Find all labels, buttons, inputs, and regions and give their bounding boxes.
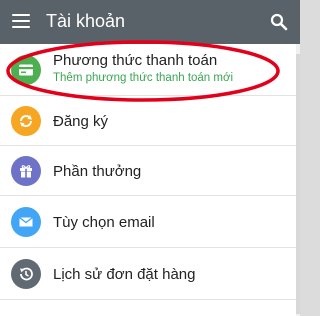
list-item-label: Phương thức thanh toán — [53, 52, 218, 69]
list-item-label: Đăng ký — [53, 113, 109, 130]
list-item-subscriptions[interactable]: Đăng ký — [0, 96, 300, 146]
list-item-rewards[interactable]: Phần thưởng — [0, 146, 300, 196]
scrollbar[interactable] — [296, 44, 300, 316]
hamburger-menu-icon[interactable] — [12, 13, 30, 29]
app-bar: Tài khoản — [0, 0, 300, 44]
gift-icon — [11, 156, 41, 186]
list-item-payment-methods[interactable]: Phương thức thanh toán Thêm phương thức … — [0, 44, 300, 96]
list-item-label: Lịch sử đơn đặt hàng — [53, 266, 196, 283]
credit-card-icon — [11, 55, 41, 85]
list-item-order-history[interactable]: Lịch sử đơn đặt hàng — [0, 248, 300, 300]
history-icon — [11, 259, 41, 289]
email-icon — [11, 207, 41, 237]
scrollbar-thumb[interactable] — [296, 54, 300, 314]
search-icon[interactable] — [270, 13, 288, 31]
list-item-label: Phần thưởng — [53, 163, 142, 180]
page-title: Tài khoản — [46, 11, 126, 31]
refresh-icon — [11, 106, 41, 136]
account-menu-list: Phương thức thanh toán Thêm phương thức … — [0, 44, 300, 316]
list-item-sublabel: Thêm phương thức thanh toán mới — [53, 72, 234, 84]
list-item-label: Tùy chọn email — [53, 214, 155, 231]
list-item-email-preferences[interactable]: Tùy chọn email — [0, 196, 300, 248]
